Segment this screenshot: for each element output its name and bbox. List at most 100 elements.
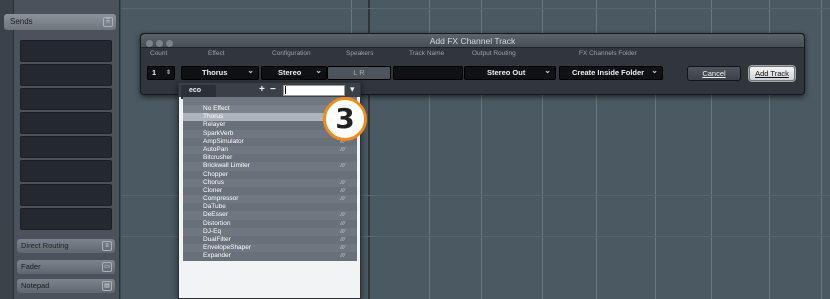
track-name-input[interactable] (393, 66, 463, 80)
text-cursor (285, 86, 286, 94)
effect-item-tag: /// (340, 237, 345, 243)
sends-label: Sends (10, 17, 33, 26)
fader-icon[interactable]: ▭ (102, 262, 112, 272)
send-slot[interactable] (20, 208, 112, 230)
column-header: Configuration (272, 50, 311, 57)
effect-item-label: No Effect (203, 105, 230, 112)
effect-item-label: AmpSimulator (203, 137, 244, 145)
fader-label: Fader (21, 262, 41, 271)
send-slot[interactable] (20, 112, 112, 134)
effect-item-tag: /// (340, 253, 345, 260)
effect-item-tag: /// (340, 163, 345, 170)
send-slot[interactable] (20, 160, 112, 182)
effect-list-item[interactable]: Bitcrusher (183, 154, 357, 163)
effect-item-tag: /// (340, 228, 345, 235)
dialog-titlebar: Add FX Channel Track (141, 34, 804, 48)
effect-list-item[interactable]: DJ-Eq /// (183, 227, 357, 236)
column-headers: Count Effect Configuration Speakers Trac… (141, 49, 804, 58)
add-folder-icon[interactable]: + (259, 84, 265, 95)
output-routing-select[interactable]: Stereo Out (464, 65, 556, 80)
direct-routing-section[interactable]: Direct Routing ≡ (17, 239, 115, 253)
send-slot[interactable] (20, 40, 112, 62)
count-stepper-icon[interactable]: ⇕ (166, 67, 171, 79)
effect-value: Thorus (202, 68, 228, 77)
effect-item-tag: /// (340, 196, 345, 203)
column-header: Output Routing (472, 50, 516, 57)
effect-item-label: Distortion (203, 219, 231, 227)
notepad-label: Notepad (21, 281, 50, 290)
effect-list-item[interactable]: AutoPan /// (183, 145, 357, 155)
direct-routing-icon[interactable]: ≡ (102, 241, 112, 251)
search-input[interactable] (283, 85, 345, 96)
inspector-panel: Sends ⠿ Direct Routing ≡ Fader ▭ Notepad… (0, 0, 120, 299)
notepad-section[interactable]: Notepad ▤ (17, 279, 115, 293)
effect-item-label: EnvelopeShaper (203, 244, 252, 252)
remove-folder-icon[interactable]: − (270, 84, 276, 95)
effect-list-item[interactable]: Chorus /// (183, 178, 357, 187)
effect-list-item[interactable]: DaTube (183, 203, 357, 212)
effect-item-label: DualFilter (203, 236, 231, 243)
effect-item-label: Compressor (203, 195, 239, 203)
send-slot[interactable] (20, 136, 112, 158)
effect-list-item[interactable]: Distortion /// (183, 219, 357, 228)
effect-item-label: AutoPan (203, 145, 228, 153)
effect-list-item[interactable]: DeEsser /// (183, 211, 357, 220)
effect-list-item[interactable]: Chopper (183, 170, 357, 179)
fx-folder-value: Create Inside Folder (572, 68, 645, 77)
effect-item-label: DJ-Eq (203, 227, 222, 235)
configuration-value: Stereo (278, 68, 302, 77)
effect-select[interactable]: Thorus (181, 65, 259, 80)
effect-item-label: DeEsser (203, 211, 228, 219)
send-slots (20, 40, 112, 232)
send-slot[interactable] (20, 88, 112, 110)
sends-toggle-icon[interactable]: ⠿ (103, 17, 113, 27)
close-window-icon[interactable] (146, 40, 153, 47)
output-routing-value: Stereo Out (487, 68, 526, 77)
column-header: Track Name (409, 50, 445, 57)
effect-item-label: SparkVerb (203, 129, 234, 137)
send-slot[interactable] (20, 64, 112, 86)
minimize-window-icon[interactable] (156, 40, 163, 47)
speakers-value: L R (353, 68, 365, 77)
sends-section-header[interactable]: Sends ⠿ (4, 14, 116, 30)
effect-list-item[interactable]: Cloner /// (183, 186, 357, 196)
effect-item-label: Bitcrusher (203, 154, 233, 162)
dialog-title: Add FX Channel Track (429, 36, 516, 46)
effect-list-item[interactable]: AmpSimulator/// (183, 137, 357, 146)
count-field[interactable]: 1 ⇕ (147, 66, 175, 80)
count-value: 1 (152, 68, 157, 77)
send-slot[interactable] (20, 184, 112, 206)
search-menu-chevron-icon[interactable]: ▾ (350, 84, 355, 95)
effect-item-label: Relayer (203, 121, 226, 129)
effect-list-item[interactable]: EnvelopeShaper /// (183, 244, 357, 253)
effect-item-label: Chopper (203, 170, 228, 178)
effect-list-item[interactable]: Compressor /// (183, 195, 357, 204)
grid-line (821, 0, 822, 299)
effect-item-tag: /// (340, 179, 345, 186)
notepad-icon[interactable]: ▤ (102, 281, 112, 291)
effect-list-item[interactable]: Expander /// (183, 252, 357, 261)
zoom-window-icon[interactable] (166, 40, 173, 47)
dialog-controls: 1 ⇕ Thorus Stereo L R Stereo Out Create … (141, 65, 804, 82)
effect-item-label: DaTube (203, 203, 226, 211)
cancel-button[interactable]: Cancel (687, 66, 741, 81)
effect-list-item[interactable]: DualFilter /// (183, 236, 357, 245)
inspector-strip (0, 0, 14, 299)
effect-list-item[interactable]: Brickwall Limiter /// (183, 162, 357, 171)
column-header: FX Channels Folder (579, 50, 637, 57)
configuration-select[interactable]: Stereo (261, 65, 327, 80)
effect-item-tag: /// (340, 212, 345, 219)
fader-section[interactable]: Fader ▭ (17, 260, 115, 274)
effect-item-label: Chorus (203, 178, 224, 186)
effect-item-tag: /// (340, 245, 345, 252)
effect-item-label: Expander (203, 252, 231, 260)
column-header: Speakers (346, 50, 374, 57)
popup-toolbar: eco + − ▾ (179, 83, 360, 99)
add-track-button[interactable]: Add Track (749, 66, 795, 81)
effect-item-tag: /// (340, 220, 345, 227)
effect-item-label: Cloner (203, 186, 223, 194)
effect-item-tag: /// (340, 187, 345, 194)
grid-line (121, 8, 830, 9)
speakers-field: L R (327, 66, 391, 80)
fx-folder-select[interactable]: Create Inside Folder (559, 65, 663, 80)
